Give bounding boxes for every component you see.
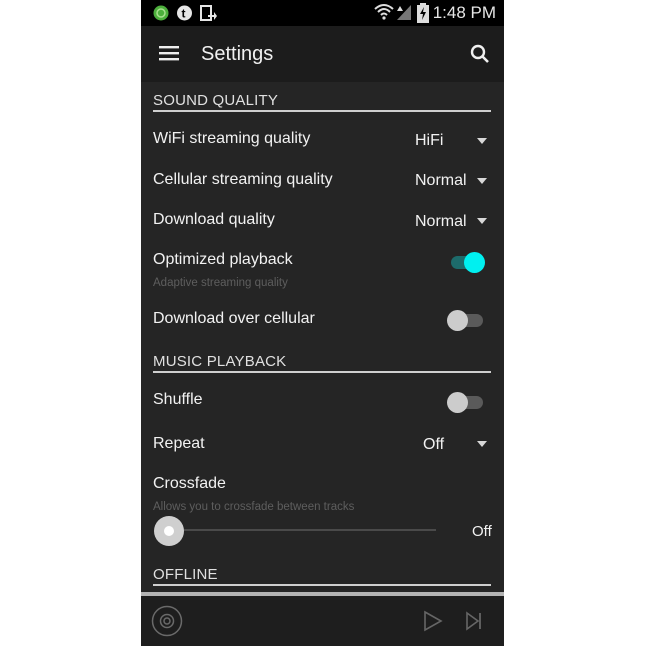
crossfade-value: Off	[472, 523, 492, 540]
optimized-playback-toggle[interactable]	[445, 250, 485, 274]
cellular-signal-icon	[396, 4, 412, 26]
download-quality-label: Download quality	[153, 211, 275, 228]
crossfade-subtitle: Allows you to crossfade between tracks	[153, 501, 355, 513]
section-header-music-playback: MUSIC PLAYBACK	[153, 353, 491, 373]
app-notification-icon	[153, 5, 169, 26]
cellular-quality-value[interactable]: Normal	[415, 172, 467, 190]
status-bar: t 1:48 PM	[141, 0, 504, 26]
app-bar: Settings	[141, 26, 504, 82]
battery-charging-icon	[417, 3, 429, 28]
wifi-quality-value[interactable]: HiFi	[415, 132, 443, 150]
skip-next-icon[interactable]	[465, 611, 483, 636]
shuffle-label: Shuffle	[153, 391, 203, 408]
search-icon[interactable]	[470, 44, 490, 69]
mini-player	[141, 596, 504, 646]
phone-screen: t 1:48 PM Settings SOUND QUALITY WiFi st…	[141, 0, 504, 646]
status-time: 1:48 PM	[432, 3, 496, 22]
optimized-playback-subtitle: Adaptive streaming quality	[153, 277, 288, 289]
download-over-cellular-label: Download over cellular	[153, 310, 315, 327]
dropdown-arrow-icon[interactable]	[477, 178, 487, 184]
settings-list: SOUND QUALITY WiFi streaming quality HiF…	[141, 82, 504, 592]
cellular-quality-label: Cellular streaming quality	[153, 171, 333, 188]
section-header-offline: OFFLINE	[153, 566, 491, 586]
dropdown-arrow-icon[interactable]	[477, 218, 487, 224]
play-icon[interactable]	[423, 610, 443, 637]
repeat-value[interactable]: Off	[423, 436, 444, 454]
download-over-cellular-toggle[interactable]	[445, 308, 485, 332]
hamburger-menu-icon[interactable]	[159, 45, 179, 66]
wifi-icon	[374, 3, 394, 26]
download-quality-value[interactable]: Normal	[415, 213, 467, 231]
dropdown-arrow-icon[interactable]	[477, 138, 487, 144]
optimized-playback-label: Optimized playback	[153, 251, 293, 268]
share-notification-icon	[200, 5, 218, 26]
shuffle-toggle[interactable]	[445, 390, 485, 414]
crossfade-label: Crossfade	[153, 475, 226, 492]
page-title: Settings	[201, 43, 274, 65]
wifi-quality-label: WiFi streaming quality	[153, 130, 311, 147]
disc-icon[interactable]	[151, 605, 183, 642]
crossfade-slider-track[interactable]	[169, 529, 436, 531]
crossfade-slider-thumb[interactable]	[154, 516, 184, 546]
repeat-label: Repeat	[153, 435, 205, 452]
svg-text:t: t	[182, 7, 186, 21]
tumblr-notification-icon: t	[176, 5, 193, 27]
section-header-sound-quality: SOUND QUALITY	[153, 92, 491, 112]
dropdown-arrow-icon[interactable]	[477, 441, 487, 447]
